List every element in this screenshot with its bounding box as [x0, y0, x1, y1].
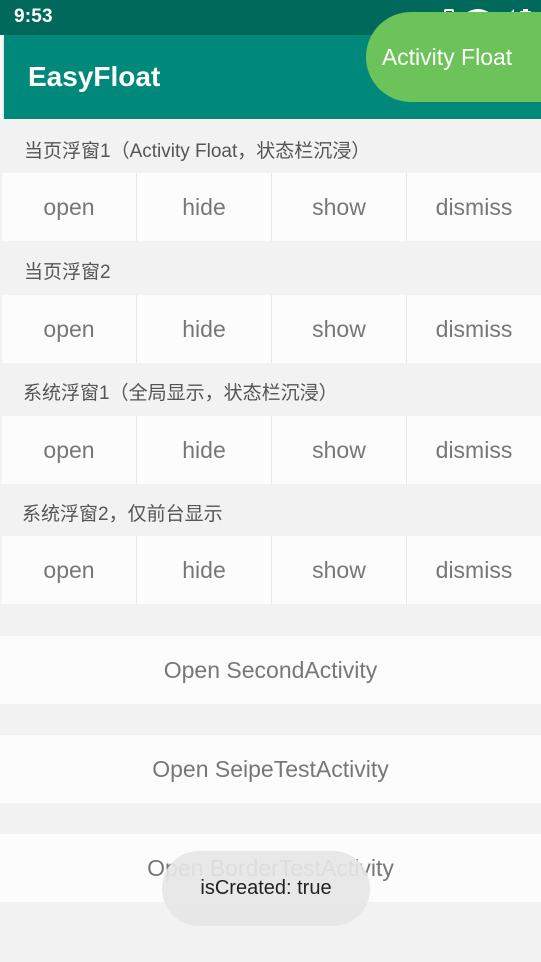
show-button[interactable]: show	[272, 173, 407, 241]
main-content: 当页浮窗1（Activity Float，状态栏沉浸） open hide sh…	[0, 119, 541, 962]
show-button[interactable]: show	[272, 536, 407, 604]
open-button[interactable]: open	[2, 416, 137, 484]
section-label-system-float-1: 系统浮窗1（全局显示，状态栏沉浸）	[23, 383, 338, 404]
dismiss-button[interactable]: dismiss	[407, 536, 541, 604]
dismiss-button[interactable]: dismiss	[407, 295, 541, 363]
hide-button[interactable]: hide	[137, 416, 272, 484]
status-time: 9:53	[14, 6, 53, 27]
show-button[interactable]: show	[272, 295, 407, 363]
button-row-system-float-2: open hide show dismiss	[2, 536, 541, 604]
open-second-activity-button[interactable]: Open SecondActivity	[0, 636, 541, 704]
dismiss-button[interactable]: dismiss	[407, 416, 541, 484]
dismiss-button[interactable]: dismiss	[407, 173, 541, 241]
section-label-system-float-2: 系统浮窗2，仅前台显示	[22, 504, 223, 525]
hide-button[interactable]: hide	[137, 173, 272, 241]
open-button[interactable]: open	[2, 173, 137, 241]
hide-button[interactable]: hide	[137, 295, 272, 363]
toast-message: isCreated: true	[162, 851, 370, 926]
show-button[interactable]: show	[272, 416, 407, 484]
open-button[interactable]: open	[2, 536, 137, 604]
hide-button[interactable]: hide	[137, 536, 272, 604]
section-label-activity-float-1: 当页浮窗1（Activity Float，状态栏沉浸）	[24, 141, 371, 162]
button-row-activity-float-2: open hide show dismiss	[2, 295, 541, 363]
section-label-activity-float-2: 当页浮窗2	[24, 262, 111, 283]
button-row-activity-float-1: open hide show dismiss	[2, 173, 541, 241]
app-title: EasyFloat	[28, 61, 161, 92]
open-button[interactable]: open	[2, 295, 137, 363]
activity-float-window[interactable]: Activity Float	[366, 12, 541, 102]
open-swipe-test-activity-button[interactable]: Open SeipeTestActivity	[0, 735, 541, 803]
button-row-system-float-1: open hide show dismiss	[2, 416, 541, 484]
